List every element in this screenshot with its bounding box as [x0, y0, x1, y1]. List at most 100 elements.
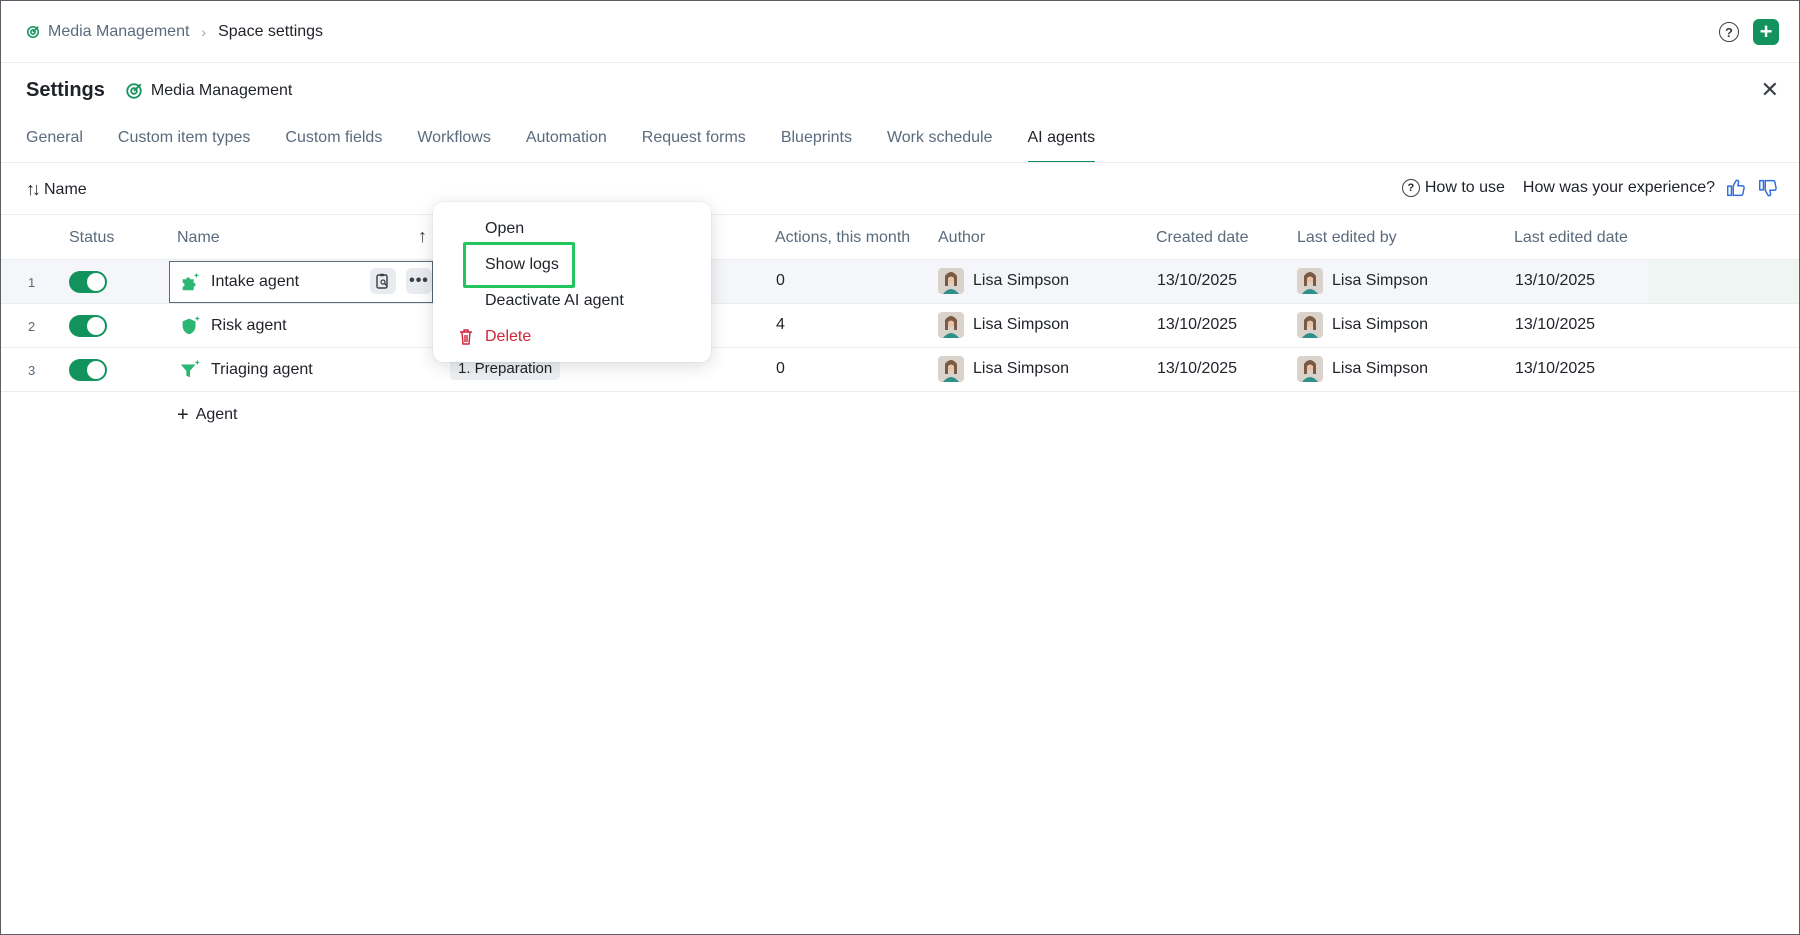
avatar — [1297, 268, 1323, 294]
sort-icon: ↑↓ — [26, 179, 41, 199]
top-actions: ? + — [1719, 19, 1779, 45]
edited-by-cell: Lisa Simpson — [1297, 312, 1428, 338]
agent-name-cell[interactable]: Intake agent — [169, 260, 299, 304]
sort-asc-icon[interactable]: ↑ — [418, 226, 427, 247]
column-last-edited-by[interactable]: Last edited by — [1297, 229, 1397, 247]
tab-general[interactable]: General — [26, 121, 83, 163]
created-date: 13/10/2025 — [1157, 272, 1238, 289]
status-toggle[interactable] — [69, 315, 107, 337]
author-name: Lisa Simpson — [973, 360, 1070, 377]
avatar — [938, 268, 964, 294]
feedback-label: How was your experience? — [1522, 179, 1715, 196]
avatar — [938, 356, 964, 382]
close-icon[interactable]: ✕ — [1761, 79, 1779, 101]
puzzle-sparkle-icon — [182, 272, 199, 291]
create-button[interactable]: + — [1753, 19, 1779, 45]
agent-name: Intake agent — [211, 273, 300, 290]
menu-item-open[interactable]: Open — [485, 220, 524, 238]
table-toolbar: ↑↓ Name ? How to use How was your experi… — [1, 163, 1799, 215]
settings-header: Settings Media Management — [26, 79, 292, 102]
edited-by-cell: Lisa Simpson — [1297, 268, 1428, 294]
agent-name-cell[interactable]: Risk agent — [169, 304, 287, 348]
column-actions-month[interactable]: Actions, this month — [775, 229, 910, 247]
sort-control[interactable]: ↑↓ Name — [26, 179, 87, 200]
created-date: 13/10/2025 — [1157, 360, 1238, 377]
app-window: Media Management › Space settings ? + Se… — [0, 0, 1800, 935]
status-toggle[interactable] — [69, 271, 107, 293]
plus-icon: + — [177, 404, 189, 426]
column-name[interactable]: Name — [177, 229, 220, 247]
row-index: 3 — [28, 363, 36, 378]
author-cell: Lisa Simpson — [938, 356, 1069, 382]
chevron-right-icon: › — [201, 23, 207, 40]
toolbar-right: ? How to use How was your experience? — [1401, 177, 1779, 199]
target-icon — [26, 25, 40, 38]
tab-blueprints[interactable]: Blueprints — [781, 121, 852, 163]
tab-workflows[interactable]: Workflows — [417, 121, 491, 163]
edited-date: 13/10/2025 — [1515, 316, 1596, 333]
settings-space: Media Management — [125, 82, 292, 100]
help-icon[interactable]: ? — [1719, 22, 1739, 42]
column-last-edited-date[interactable]: Last edited date — [1514, 229, 1628, 247]
breadcrumb-current: Space settings — [218, 22, 324, 40]
add-agent-label: Agent — [195, 406, 238, 423]
author-cell: Lisa Simpson — [938, 312, 1069, 338]
edited-date: 13/10/2025 — [1515, 272, 1596, 289]
column-created-date[interactable]: Created date — [1156, 229, 1249, 247]
actions-count: 4 — [776, 316, 785, 333]
thumbs-down-icon[interactable] — [1757, 177, 1779, 199]
author-name: Lisa Simpson — [973, 316, 1070, 333]
agent-name-cell[interactable]: Triaging agent — [169, 348, 313, 392]
edited-by-cell: Lisa Simpson — [1297, 356, 1428, 382]
row-highlight-tail — [1648, 260, 1799, 303]
settings-tabs: General Custom item types Custom fields … — [26, 121, 1130, 163]
table-row[interactable]: 1 Intake agent ••• 0 Lisa Simpson 13/10/… — [1, 260, 1799, 304]
tab-work-schedule[interactable]: Work schedule — [887, 121, 993, 163]
row-actions: ••• — [370, 268, 432, 294]
tab-custom-item-types[interactable]: Custom item types — [118, 121, 250, 163]
thumbs-up-icon[interactable] — [1725, 177, 1747, 199]
target-icon — [126, 82, 142, 99]
tab-request-forms[interactable]: Request forms — [642, 121, 746, 163]
table-row[interactable]: 3 Triaging agent 1. Preparation 0 Lisa S… — [1, 348, 1799, 392]
avatar — [1297, 312, 1323, 338]
avatar — [938, 312, 964, 338]
avatar — [1297, 356, 1323, 382]
how-to-use-link[interactable]: ? How to use — [1401, 179, 1505, 197]
breadcrumb: Media Management › Space settings — [26, 23, 323, 41]
tab-automation[interactable]: Automation — [526, 121, 607, 163]
page-title: Settings — [26, 79, 105, 101]
edited-by-name: Lisa Simpson — [1332, 316, 1429, 333]
author-name: Lisa Simpson — [973, 272, 1070, 289]
agent-name: Risk agent — [211, 317, 287, 334]
menu-item-deactivate[interactable]: Deactivate AI agent — [485, 292, 624, 310]
column-author[interactable]: Author — [938, 229, 985, 247]
clipboard-search-icon[interactable] — [370, 268, 396, 294]
table-row[interactable]: 2 Risk agent 4 Lisa Simpson 13/10/2025 L… — [1, 304, 1799, 348]
table-header: Status Name ↑ Actions, this month Author… — [1, 216, 1799, 260]
column-status[interactable]: Status — [69, 229, 114, 247]
show-logs-highlight-box — [463, 242, 575, 288]
top-bar: Media Management › Space settings ? + — [1, 1, 1799, 63]
tab-ai-agents[interactable]: AI agents — [1027, 121, 1095, 163]
agent-name: Triaging agent — [211, 361, 313, 378]
actions-count: 0 — [776, 272, 785, 289]
add-agent-button[interactable]: + Agent — [177, 405, 238, 425]
tab-custom-fields[interactable]: Custom fields — [285, 121, 382, 163]
actions-count: 0 — [776, 360, 785, 377]
funnel-sparkle-icon — [180, 359, 200, 378]
trash-icon — [460, 329, 472, 345]
space-name: Media Management — [150, 81, 293, 99]
edited-by-name: Lisa Simpson — [1332, 360, 1429, 377]
status-toggle[interactable] — [69, 359, 107, 381]
sort-label: Name — [44, 180, 87, 198]
more-options-icon[interactable]: ••• — [406, 268, 432, 294]
author-cell: Lisa Simpson — [938, 268, 1069, 294]
menu-item-delete[interactable]: Delete — [485, 328, 531, 346]
breadcrumb-space-link[interactable]: Media Management — [48, 23, 189, 41]
row-index: 1 — [28, 275, 36, 290]
created-date: 13/10/2025 — [1157, 316, 1238, 333]
shield-sparkle-icon — [182, 315, 200, 335]
row-index: 2 — [28, 319, 36, 334]
question-icon: ? — [1401, 179, 1420, 197]
